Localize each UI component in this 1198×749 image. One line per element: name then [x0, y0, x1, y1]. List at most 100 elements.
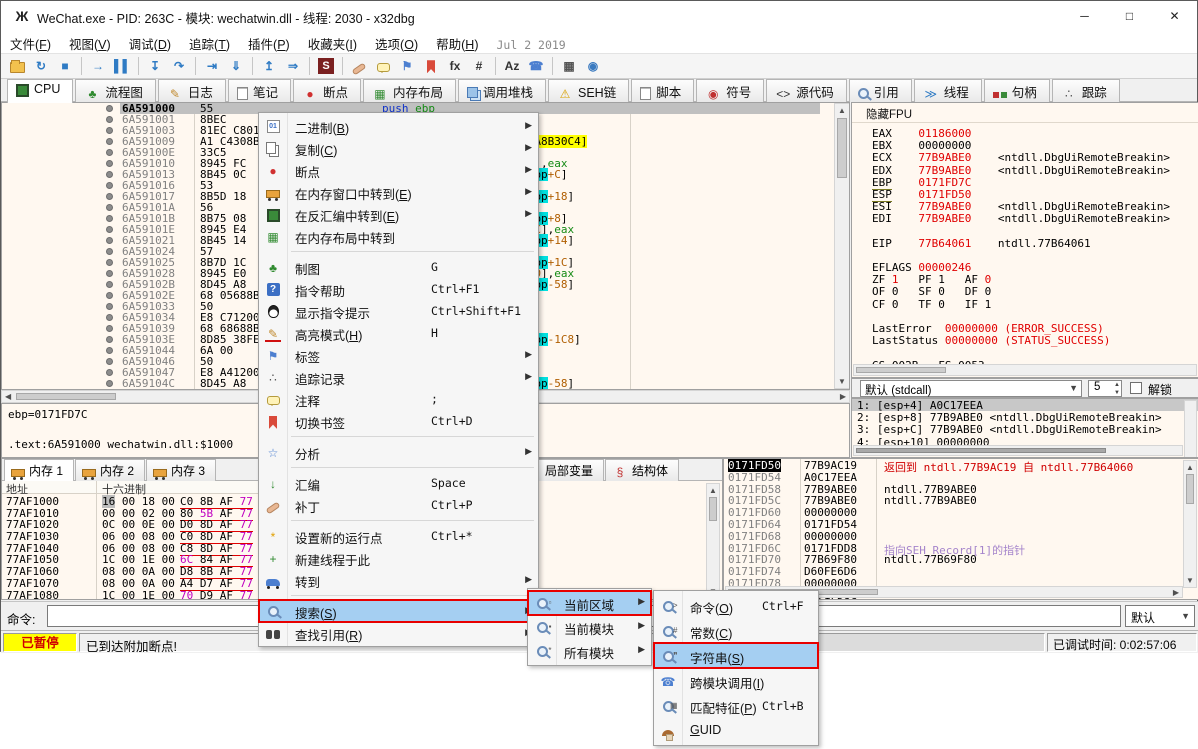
register-line[interactable]: EBP 0171FD7C [872, 176, 1170, 188]
string-az-icon[interactable]: Az [501, 55, 523, 77]
registers-hscrollbar[interactable] [853, 364, 1197, 376]
submenu-item-current-region[interactable]: ▫当前区域▶ [528, 591, 651, 615]
submenu-item-all-modules[interactable]: *所有模块▶ [528, 639, 651, 663]
register-line[interactable]: EDX 77B9ABE0 <ntdll.DbgUiRemoteBreakin> [872, 164, 1170, 176]
restart-icon[interactable]: ↻ [30, 55, 52, 77]
breakpoint-dot-icon[interactable] [106, 303, 113, 310]
stack-row[interactable]: 0171FD5877B9ABE0ntdll.77B9ABE0 [724, 483, 1198, 495]
breakpoint-dot-icon[interactable] [106, 105, 113, 112]
register-line[interactable]: EFLAGS 00000246 [872, 261, 1170, 273]
breakpoint-dot-icon[interactable] [106, 292, 113, 299]
register-line[interactable]: ESP 0171FD50 [872, 188, 1170, 200]
hide-fpu-button[interactable]: 隐藏FPU [858, 105, 920, 123]
calling-convention-select[interactable]: 默认 (stdcall)▼ [860, 380, 1082, 397]
submenu-item-pattern[interactable]: ▦匹配特征(P)Ctrl+B [654, 693, 818, 718]
pause-icon[interactable]: ▌▌ [111, 55, 133, 77]
submenu-item-intermodular-calls[interactable]: ☎跨模块调用(I) [654, 668, 818, 693]
menu-item-set-new-origin[interactable]: *设置新的运行点Ctrl+* [259, 525, 538, 547]
register-line[interactable]: ECX 77B9ABE0 <ntdll.DbgUiRemoteBreakin> [872, 151, 1170, 163]
register-line[interactable]: EIP 77B64061 ntdll.77B64061 [872, 237, 1170, 249]
menu-item-show-mnemonic-brief[interactable]: 显示指令提示Ctrl+Shift+F1 [259, 300, 538, 322]
stop-icon[interactable]: ■ [54, 55, 76, 77]
breakpoint-dot-icon[interactable] [106, 116, 113, 123]
tab-log[interactable]: ✎日志 [158, 79, 226, 102]
calculator-icon[interactable]: ▦ [558, 55, 580, 77]
locals-vscrollbar[interactable]: ▲▼ [706, 483, 720, 599]
breakpoint-dot-icon[interactable] [106, 347, 113, 354]
tab-graph[interactable]: ♣流程图 [75, 79, 156, 102]
tab-call-stack[interactable]: 调用堆栈 [458, 79, 546, 102]
breakpoint-dot-icon[interactable] [106, 138, 113, 145]
register-line[interactable]: ZF 1 PF 1 AF 0 [872, 273, 1170, 285]
breakpoint-dot-icon[interactable] [106, 270, 113, 277]
register-line[interactable] [872, 249, 1170, 261]
stack-row[interactable]: 0171FD54A0C17EEA [724, 471, 1198, 483]
menu-item-goto[interactable]: 转到▶ [259, 569, 538, 591]
tab-notes[interactable]: 笔记 [228, 79, 291, 102]
tab-source[interactable]: <>源代码 [766, 79, 847, 102]
register-line[interactable]: EAX 01186000 [872, 127, 1170, 139]
breakpoint-dot-icon[interactable] [106, 193, 113, 200]
dump-tab[interactable]: 内存 1 [4, 459, 74, 481]
stack-row[interactable]: 0171FD640171FD54 [724, 518, 1198, 530]
register-line[interactable] [872, 225, 1170, 237]
breakpoint-dot-icon[interactable] [106, 226, 113, 233]
scylla-icon[interactable]: S [315, 55, 337, 77]
arguments-hscrollbar[interactable] [853, 445, 1183, 456]
menu-item-new-thread-here[interactable]: +新建线程于此 [259, 547, 538, 569]
submenu-item-current-module[interactable]: ▪当前模块▶ [528, 615, 651, 639]
label-icon[interactable]: ⚑ [396, 55, 418, 77]
watch-locals-panel[interactable]: ≡局部变量§结构体 ▲▼ [527, 458, 723, 600]
stack-row[interactable]: 0171FD74D60FE6D6 [724, 565, 1198, 577]
register-line[interactable] [872, 310, 1170, 322]
register-line[interactable]: EDI 77B9ABE0 <ntdll.DbgUiRemoteBreakin> [872, 212, 1170, 224]
argument-row[interactable]: 2: [esp+8] 77B9ABE0 <ntdll.DbgUiRemoteBr… [852, 411, 1198, 423]
menu-item-breakpoint[interactable]: ●断点▶ [259, 159, 538, 181]
register-line[interactable]: CF 0 TF 0 IF 1 [872, 298, 1170, 310]
step-over-icon[interactable]: ↷ [168, 55, 190, 77]
stack-row[interactable]: 0171FD6000000000 [724, 506, 1198, 518]
tab-trace[interactable]: ∴跟踪 [1052, 79, 1120, 102]
function-analysis-icon[interactable]: fx [444, 55, 466, 77]
submenu-item-command[interactable]: >命令(O)Ctrl+F [654, 593, 818, 618]
breakpoint-dot-icon[interactable] [106, 237, 113, 244]
tab-threads[interactable]: ≫线程 [914, 79, 982, 102]
menu-item-comment[interactable]: 注释; [259, 388, 538, 410]
attach-icon[interactable]: ⇒ [282, 55, 304, 77]
submenu-item-string-references[interactable]: ❞字符串(S) [654, 643, 818, 668]
menu-item-trace-record[interactable]: ∴追踪记录▶ [259, 366, 538, 388]
register-line[interactable]: LastStatus 00000000 (STATUS_SUCCESS) [872, 334, 1170, 346]
stack-row[interactable]: 0171FD6800000000 [724, 530, 1198, 542]
close-button[interactable]: ✕ [1152, 1, 1197, 31]
unlock-checkbox[interactable] [1130, 382, 1142, 394]
locals-tab[interactable]: §结构体 [605, 459, 679, 481]
breakpoint-dot-icon[interactable] [106, 215, 113, 222]
stack-row[interactable]: 0171FD5077B9AC19返回到 ntdll.77B9AC19 自 ntd… [724, 459, 1198, 471]
menu-item-binary[interactable]: 01二进制(B)▶ [259, 115, 538, 137]
patch-icon[interactable] [348, 55, 370, 77]
submenu-item-guid[interactable]: GUID [654, 718, 818, 743]
register-line[interactable]: OF 0 SF 0 DF 0 [872, 285, 1170, 297]
globe-icon[interactable]: ◉ [582, 55, 604, 77]
breakpoint-dot-icon[interactable] [106, 127, 113, 134]
tab-cpu[interactable]: CPU [7, 79, 73, 103]
tab-handles[interactable]: 句柄 [984, 79, 1050, 102]
breakpoint-dot-icon[interactable] [106, 182, 113, 189]
maximize-button[interactable]: □ [1107, 1, 1152, 31]
register-line[interactable] [872, 346, 1170, 358]
breakpoint-dot-icon[interactable] [106, 171, 113, 178]
tab-references[interactable]: 引用 [849, 79, 912, 102]
step-into-icon[interactable]: ↧ [144, 55, 166, 77]
step-out-icon[interactable]: ↥ [258, 55, 280, 77]
breakpoint-dot-icon[interactable] [106, 369, 113, 376]
execute-till-return-icon[interactable]: ⇥ [201, 55, 223, 77]
run-icon[interactable]: → [87, 55, 109, 77]
stack-row[interactable]: 0171FD5C77B9ABE0ntdll.77B9ABE0 [724, 494, 1198, 506]
phone-icon[interactable]: ☎ [525, 55, 547, 77]
menu-item-follow-in-memory-window[interactable]: 在内存窗口中转到(E)▶ [259, 181, 538, 203]
menu-item-graph[interactable]: ♣制图G [259, 256, 538, 278]
run-to-user-code-icon[interactable]: ⇓ [225, 55, 247, 77]
bookmark-icon[interactable] [420, 55, 442, 77]
tab-breakpoints[interactable]: ●断点 [293, 79, 361, 102]
menu-item-instruction-help[interactable]: ?指令帮助Ctrl+F1 [259, 278, 538, 300]
